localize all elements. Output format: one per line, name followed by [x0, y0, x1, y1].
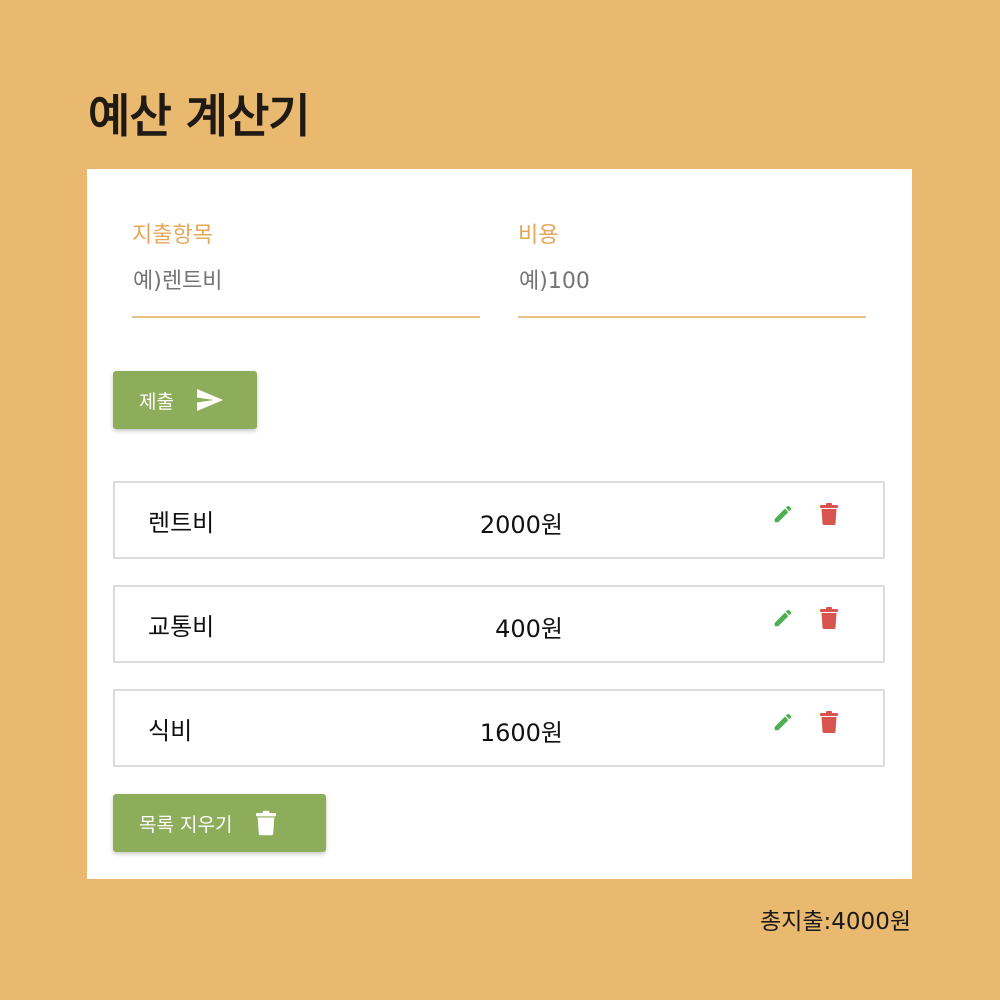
- delete-button[interactable]: [817, 502, 841, 526]
- expense-row: 렌트비 2000원: [113, 481, 885, 559]
- total-expense: 총지출:4000원: [760, 909, 911, 935]
- pencil-icon: [774, 505, 792, 523]
- expense-name: 렌트비: [148, 509, 215, 537]
- expense-amount: 2000원: [479, 511, 563, 539]
- expense-item-input[interactable]: [132, 269, 480, 318]
- pencil-icon: [774, 713, 792, 731]
- clear-list-label: 목록 지우기: [139, 813, 233, 836]
- submit-button-label: 제출: [139, 390, 174, 413]
- trash-icon: [820, 711, 838, 733]
- expense-amount: 400원: [495, 615, 563, 643]
- trash-icon: [256, 810, 277, 836]
- pencil-icon: [774, 609, 792, 627]
- send-icon: [196, 388, 224, 412]
- expense-name: 식비: [148, 717, 193, 745]
- expense-row: 식비 1600원: [113, 689, 885, 767]
- clear-list-button[interactable]: 목록 지우기: [113, 794, 326, 852]
- delete-button[interactable]: [817, 710, 841, 734]
- page-title: 예산 계산기: [88, 89, 311, 143]
- edit-button[interactable]: [771, 502, 795, 526]
- expense-cost-input[interactable]: [518, 269, 866, 318]
- expense-item-label: 지출항목: [132, 223, 213, 248]
- expense-list: 렌트비 2000원 교통비 400원 식비 1600원: [113, 481, 885, 793]
- expense-cost-label: 비용: [518, 223, 559, 248]
- expense-item-field: 지출항목: [132, 217, 480, 318]
- expense-row: 교통비 400원: [113, 585, 885, 663]
- expense-name: 교통비: [148, 613, 215, 641]
- expense-cost-field: 비용: [518, 217, 866, 318]
- trash-icon: [820, 503, 838, 525]
- delete-button[interactable]: [817, 606, 841, 630]
- edit-button[interactable]: [771, 710, 795, 734]
- submit-button[interactable]: 제출: [113, 371, 257, 429]
- budget-card: 지출항목 비용 제출 렌트비 2000원: [87, 169, 912, 879]
- trash-icon: [820, 607, 838, 629]
- edit-button[interactable]: [771, 606, 795, 630]
- expense-amount: 1600원: [479, 719, 563, 747]
